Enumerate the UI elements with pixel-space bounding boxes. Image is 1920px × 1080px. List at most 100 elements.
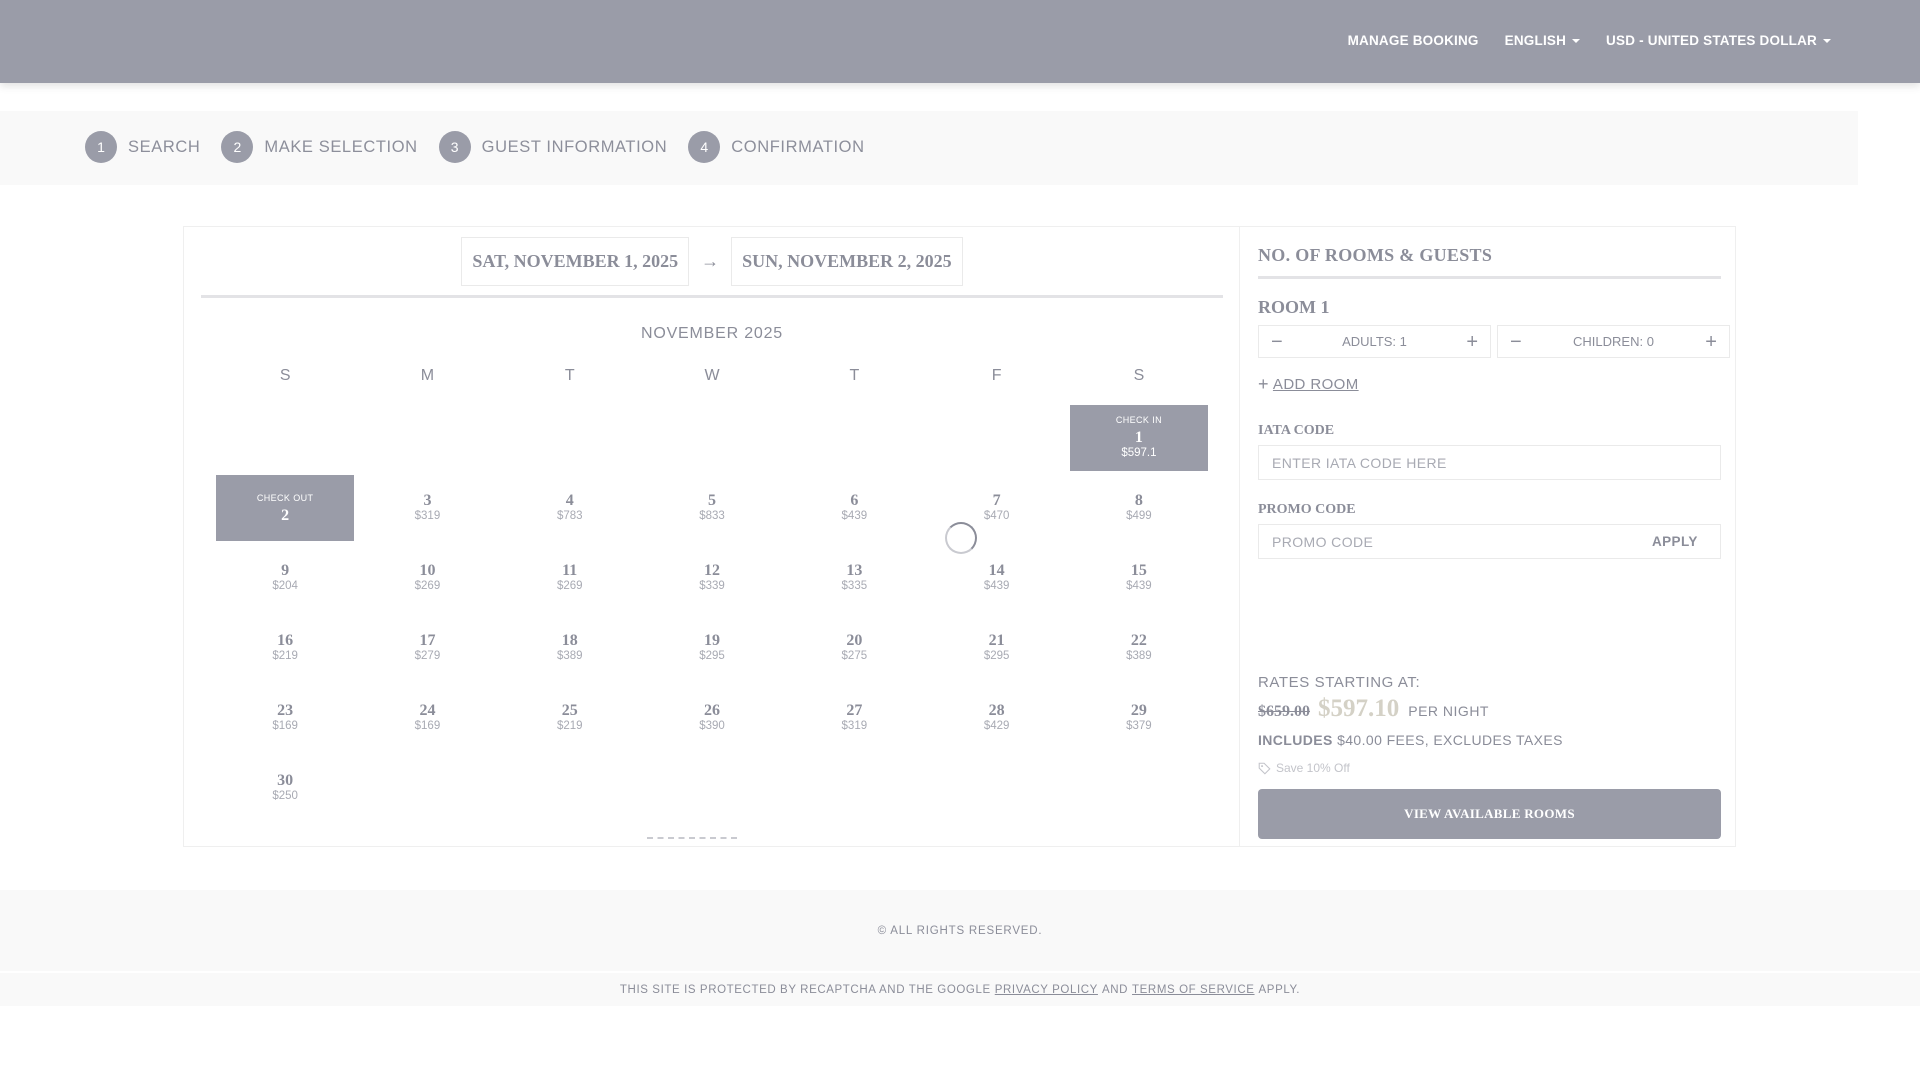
adults-decrement-button[interactable]: −	[1271, 332, 1283, 352]
step-number: 4	[688, 131, 721, 163]
calendar-cell	[214, 405, 356, 475]
calendar-cell: 10 $269	[356, 545, 498, 615]
view-available-rooms-button[interactable]: VIEW AVAILABLE ROOMS	[1258, 789, 1721, 839]
calendar-day[interactable]: 16 $219	[216, 615, 354, 681]
weekday-label: T	[564, 367, 575, 384]
top-nav: MANAGE BOOKING ENGLISH USD - UNITED STAT…	[1348, 33, 1831, 48]
calendar-cell: 6 $439	[783, 475, 925, 545]
day-price: $499	[1126, 510, 1152, 522]
calendar-day[interactable]: 28 $429	[928, 685, 1066, 751]
booking-steps-bar: 1 SEARCH 2 MAKE SELECTION 3 GUEST INFORM…	[0, 111, 1858, 185]
calendar-cell: 5 $833	[641, 475, 783, 545]
calendar-day[interactable]: 17 $279	[358, 615, 496, 681]
calendar-week: CHECK IN 1 $597.1	[214, 405, 1210, 475]
calendar-day[interactable]: 15 $439	[1070, 545, 1208, 611]
calendar-day[interactable]: 4 $783	[501, 475, 639, 541]
day-price: $319	[414, 510, 441, 522]
calendar-day[interactable]: 23 $169	[216, 685, 354, 751]
add-room-link[interactable]: + ADD ROOM	[1258, 374, 1359, 395]
day-number: 14	[988, 562, 1005, 579]
calendar-day[interactable]: 11 $269	[501, 545, 639, 611]
calendar-day[interactable]: 12 $339	[643, 545, 781, 611]
privacy-policy-link[interactable]: PRIVACY POLICY	[995, 984, 1098, 996]
calendar-day[interactable]: 3 $319	[358, 475, 496, 541]
day-price: $269	[556, 580, 583, 592]
top-navbar: MANAGE BOOKING ENGLISH USD - UNITED STAT…	[0, 0, 1920, 83]
caret-down-icon	[1823, 39, 1831, 43]
day-number: 26	[704, 702, 721, 719]
adults-increment-button[interactable]: +	[1466, 332, 1478, 352]
day-number: 15	[1130, 562, 1147, 579]
day-price: $833	[699, 510, 725, 522]
calendar-day[interactable]: 14 $439	[928, 545, 1066, 611]
calendar-day[interactable]: 19 $295	[643, 615, 781, 681]
rooms-guests-title: NO. OF ROOMS & GUESTS	[1258, 245, 1493, 265]
step-guest-information[interactable]: 3 GUEST INFORMATION	[438, 131, 668, 163]
currency-dropdown[interactable]: USD - UNITED STATES DOLLAR	[1606, 33, 1831, 48]
day-number: 30	[277, 772, 294, 789]
calendar-day[interactable]: 6 $439	[785, 475, 923, 541]
adults-value: ADULTS: 1	[1342, 334, 1407, 349]
booking-card: SAT, NOVEMBER 1, 2025 → SUN, NOVEMBER 2,…	[183, 226, 1736, 847]
room-title: ROOM 1	[1258, 297, 1330, 317]
children-value: CHILDREN: 0	[1573, 334, 1654, 349]
calendar-day[interactable]: 5 $833	[643, 475, 781, 541]
children-decrement-button[interactable]: −	[1510, 332, 1522, 352]
calendar-day[interactable]: 29 $379	[1070, 685, 1208, 751]
step-search[interactable]: 1 SEARCH	[85, 131, 200, 163]
step-label: MAKE SELECTION	[264, 137, 418, 156]
day-number: 24	[419, 702, 436, 719]
step-confirmation[interactable]: 4 CONFIRMATION	[688, 131, 864, 163]
weekday-header: SMTWTFS	[214, 363, 1210, 405]
day-number: 28	[988, 702, 1005, 719]
calendar-day[interactable]: 24 $169	[358, 685, 496, 751]
calendar-cell	[499, 755, 641, 825]
calendar-day[interactable]: 27 $319	[785, 685, 923, 751]
copyright-text: © ALL RIGHTS RESERVED.	[877, 924, 1043, 937]
loading-spinner-icon	[945, 522, 977, 554]
recaptcha-footer: THIS SITE IS PROTECTED BY RECAPTCHA AND …	[0, 973, 1920, 1006]
calendar-day[interactable]: 26 $390	[643, 685, 781, 751]
language-dropdown[interactable]: ENGLISH	[1505, 33, 1581, 48]
discounted-price: $597.10	[1318, 695, 1400, 722]
children-increment-button[interactable]: +	[1705, 332, 1717, 352]
manage-booking-link[interactable]: MANAGE BOOKING	[1348, 33, 1479, 48]
day-number: 25	[561, 702, 578, 719]
calendar-day[interactable]: 25 $219	[501, 685, 639, 751]
calendar-day[interactable]: 8 $499	[1070, 475, 1208, 541]
calendar-day[interactable]: CHECK IN 1 $597.1	[1069, 405, 1208, 471]
calendar-day[interactable]: 18 $389	[501, 615, 639, 681]
day-number: 17	[419, 632, 436, 649]
calendar-day[interactable]: 30 $250	[216, 755, 354, 821]
calendar-week: CHECK OUT 2 3 $319 4 $783 5 $833 6 $439 7 $470 8 $499	[214, 475, 1210, 545]
calendar-cell	[641, 405, 783, 475]
weekday-label: F	[991, 367, 1002, 384]
calendar-day[interactable]: 22 $389	[1070, 615, 1208, 681]
calendar-week: 9 $204 10 $269 11 $269 12 $339 13 $335 14 $439 15 $43…	[214, 545, 1210, 615]
calendar-day[interactable]: 10 $269	[358, 545, 496, 611]
check-out-date[interactable]: SUN, NOVEMBER 2, 2025	[731, 237, 963, 286]
day-price: $169	[272, 720, 298, 732]
day-price: $783	[556, 510, 583, 522]
terms-of-service-link[interactable]: TERMS OF SERVICE	[1132, 984, 1255, 996]
day-price: $429	[983, 720, 1010, 732]
calendar-day[interactable]: CHECK OUT 2	[216, 475, 355, 541]
day-number: 10	[419, 562, 436, 579]
day-price: $379	[1126, 720, 1152, 732]
calendar-day[interactable]: 20 $275	[785, 615, 923, 681]
day-price: $335	[841, 580, 868, 592]
day-price: $219	[556, 720, 583, 732]
check-in-date[interactable]: SAT, NOVEMBER 1, 2025	[461, 237, 690, 286]
iata-code-input[interactable]	[1258, 445, 1721, 480]
calendar-day[interactable]: 13 $335	[785, 545, 923, 611]
step-make-selection[interactable]: 2 MAKE SELECTION	[221, 131, 417, 163]
day-number: 20	[846, 632, 863, 649]
calendar-cell: 15 $439	[1068, 545, 1210, 615]
day-number: 6	[850, 492, 859, 509]
day-number: 5	[708, 492, 717, 509]
calendar-cell: 3 $319	[356, 475, 498, 545]
day-number: 4	[565, 492, 574, 509]
apply-promo-button[interactable]: APPLY	[1652, 534, 1698, 549]
calendar-day[interactable]: 9 $204	[216, 545, 354, 611]
calendar-day[interactable]: 21 $295	[928, 615, 1066, 681]
